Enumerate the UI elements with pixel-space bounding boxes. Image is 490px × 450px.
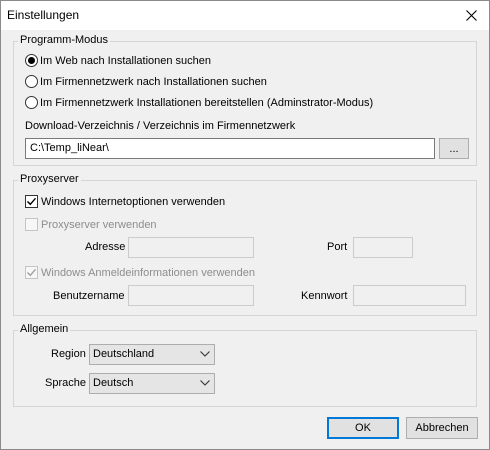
group-legend-allgemein: Allgemein	[18, 323, 71, 335]
radio-label: Im Firmennetzwerk nach Installationen su…	[40, 75, 267, 88]
checkbox-indicator	[25, 195, 38, 208]
close-icon	[465, 10, 477, 21]
language-value: Deutsch	[93, 377, 134, 389]
checkbox-indicator	[25, 266, 38, 279]
ok-button[interactable]: OK	[327, 417, 399, 439]
checkbox-label: Windows Internetoptionen verwenden	[41, 195, 226, 208]
address-label: Adresse	[85, 241, 126, 253]
settings-dialog: Einstellungen Programm-Modus Im Web nach…	[0, 0, 490, 450]
radio-network-search[interactable]: Im Firmennetzwerk nach Installationen su…	[25, 75, 267, 88]
download-folder-label: Download-Verzeichnis / Verzeichnis im Fi…	[25, 120, 296, 132]
password-label: Kennwort	[301, 290, 348, 302]
checkbox-use-proxy[interactable]: Proxyserver verwenden	[25, 218, 157, 231]
radio-indicator	[25, 96, 38, 109]
chevron-down-icon	[200, 351, 210, 357]
group-legend-proxyserver: Proxyserver	[18, 173, 81, 185]
address-input[interactable]	[128, 237, 254, 258]
checkmark-icon	[27, 268, 37, 277]
radio-web-search[interactable]: Im Web nach Installationen suchen	[25, 54, 211, 67]
password-input[interactable]	[353, 285, 466, 306]
language-select[interactable]: Deutsch	[89, 373, 215, 394]
radio-indicator	[25, 54, 38, 67]
browse-button[interactable]: ...	[439, 138, 469, 159]
region-value: Deutschland	[93, 348, 155, 360]
radio-label: Im Web nach Installationen suchen	[40, 54, 212, 67]
close-button[interactable]	[453, 1, 489, 30]
window-title: Einstellungen	[7, 8, 80, 22]
region-select[interactable]: Deutschland	[89, 344, 215, 365]
radio-label: Im Firmennetzwerk Installationen bereits…	[40, 96, 374, 109]
group-allgemein: Allgemein	[13, 323, 477, 407]
radio-network-deploy[interactable]: Im Firmennetzwerk Installationen bereits…	[25, 96, 373, 109]
title-bar: Einstellungen	[1, 1, 489, 30]
port-input[interactable]	[353, 237, 413, 258]
port-label: Port	[327, 241, 348, 253]
username-input[interactable]	[128, 285, 254, 306]
radio-indicator	[25, 75, 38, 88]
checkmark-icon	[27, 197, 37, 206]
username-label: Benutzername	[53, 290, 125, 302]
chevron-down-icon	[200, 380, 210, 386]
checkbox-label: Windows Anmeldeinformationen verwenden	[41, 266, 256, 279]
language-label: Sprache	[45, 377, 86, 389]
region-label: Region	[51, 348, 86, 360]
group-legend-programm-modus: Programm-Modus	[18, 34, 111, 46]
cancel-button[interactable]: Abbrechen	[406, 417, 478, 439]
checkbox-windows-internet-options[interactable]: Windows Internetoptionen verwenden	[25, 195, 225, 208]
checkbox-indicator	[25, 218, 38, 231]
checkbox-label: Proxyserver verwenden	[41, 218, 157, 231]
download-folder-input[interactable]: C:\Temp_liNear\	[25, 138, 435, 159]
checkbox-windows-credentials[interactable]: Windows Anmeldeinformationen verwenden	[25, 266, 255, 279]
